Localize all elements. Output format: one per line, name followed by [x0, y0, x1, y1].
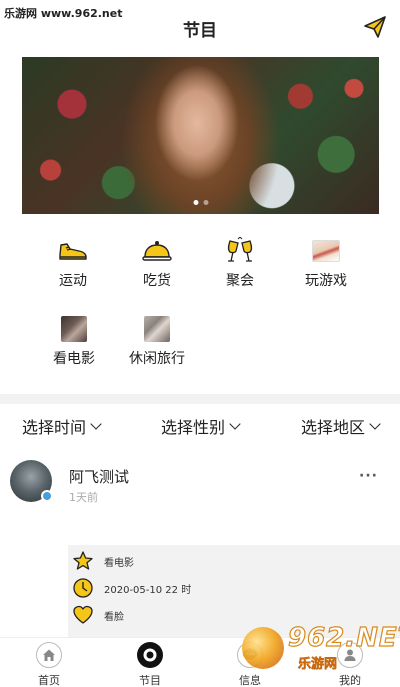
detail-time-text: 2020-05-10 22 时	[104, 584, 192, 596]
tab-programs-label: 节目	[139, 674, 161, 687]
author-avatar[interactable]	[10, 460, 53, 502]
category-label: 玩游戏	[305, 273, 347, 289]
detail-row-time: 2020-05-10 22 时	[72, 576, 191, 600]
tab-programs[interactable]: 节目	[120, 642, 180, 687]
page-title: 节目	[183, 21, 217, 41]
category-movies[interactable]: 看电影	[34, 315, 114, 368]
category-label: 吃货	[143, 273, 171, 289]
category-party[interactable]: 聚会	[200, 237, 280, 290]
tab-home-label: 首页	[38, 674, 60, 687]
category-sports[interactable]: 运动	[33, 237, 113, 290]
category-label: 运动	[59, 273, 87, 289]
filter-area-label: 选择地区	[301, 418, 366, 437]
tab-home[interactable]: 首页	[19, 642, 79, 687]
category-label: 看电影	[53, 351, 95, 367]
filter-gender-label: 选择性别	[161, 418, 226, 437]
cheers-glasses-icon	[227, 237, 253, 262]
chevron-down-icon	[369, 417, 381, 430]
tab-messages-label: 信息	[239, 674, 261, 687]
author-name[interactable]: 阿飞测试	[69, 466, 129, 487]
movie-thumbnail	[61, 316, 87, 342]
section-divider	[0, 394, 400, 404]
watermark-orb-icon	[242, 627, 284, 669]
filter-time-dropdown[interactable]: 选择时间	[22, 414, 102, 438]
detail-requirement-text: 看脸	[104, 611, 124, 623]
publish-button[interactable]	[362, 14, 388, 40]
heart-icon	[72, 604, 94, 626]
filter-time-label: 选择时间	[22, 418, 87, 437]
more-options-button[interactable]: ···	[359, 468, 378, 484]
game-thumbnail	[312, 240, 340, 262]
featured-banner[interactable]	[22, 57, 379, 214]
watermark-sub: 乐游网	[298, 657, 338, 673]
category-food[interactable]: 吃货	[117, 237, 197, 290]
food-cloche-icon	[142, 241, 172, 261]
banner-dot[interactable]	[203, 200, 208, 205]
site-watermark-logo: 962.NET 乐游网	[242, 621, 400, 673]
detail-row-requirement: 看脸	[72, 603, 124, 627]
category-label: 休闲旅行	[129, 351, 185, 367]
star-icon	[72, 550, 94, 572]
paper-plane-icon	[364, 16, 386, 38]
detail-row-activity: 看电影	[72, 549, 134, 573]
detail-activity-text: 看电影	[104, 557, 134, 569]
chevron-down-icon	[229, 417, 241, 430]
clock-icon	[72, 577, 94, 599]
verified-badge-icon	[41, 490, 53, 502]
chevron-down-icon	[90, 417, 102, 430]
watermark-brand: 962.NET	[287, 622, 400, 653]
post-time: 1天前	[69, 491, 98, 504]
filter-gender-dropdown[interactable]: 选择性别	[161, 414, 241, 438]
home-icon	[43, 649, 55, 661]
filter-bar: 选择时间 选择性别 选择地区	[0, 414, 400, 438]
category-games[interactable]: 玩游戏	[286, 237, 366, 290]
banner-pagination	[193, 200, 208, 205]
category-label: 聚会	[226, 273, 254, 289]
eye-icon	[143, 648, 157, 662]
banner-dot[interactable]	[193, 200, 198, 205]
category-travel[interactable]: 休闲旅行	[117, 315, 197, 368]
tab-profile-label: 我的	[339, 674, 361, 687]
travel-thumbnail	[144, 316, 170, 342]
filter-area-dropdown[interactable]: 选择地区	[301, 414, 381, 438]
sneaker-icon	[59, 243, 87, 260]
